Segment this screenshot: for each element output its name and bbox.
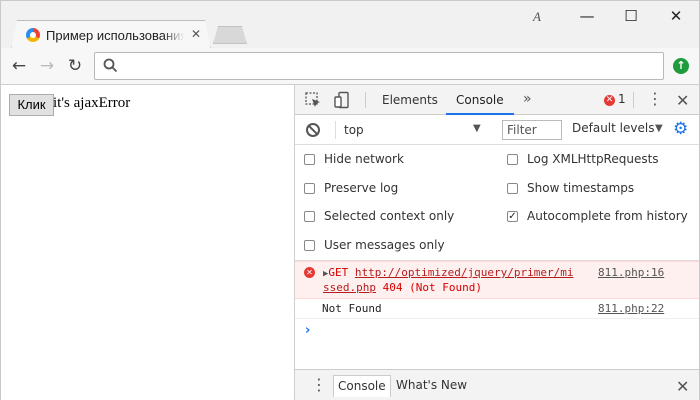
page-viewport: Клик it's ajaxError [0, 85, 294, 400]
reload-button[interactable]: ↻ [63, 54, 87, 78]
error-url[interactable]: http://optimized/jquery/primer/mi [355, 266, 574, 279]
devtools-drawer: ⋮ Console What's New ✕ [295, 369, 699, 400]
click-button[interactable]: Клик [9, 94, 54, 116]
log-text: Not Found [322, 302, 382, 315]
error-source-link[interactable]: 811.php:16 [598, 266, 664, 279]
drawer-tab-whats-new[interactable]: What's New [392, 375, 471, 397]
error-count[interactable]: 1 [618, 92, 626, 106]
address-bar[interactable] [94, 52, 664, 80]
checkbox[interactable] [507, 183, 518, 194]
option-label: Show timestamps [527, 181, 635, 195]
profile-icon[interactable]: A [533, 9, 541, 25]
checkbox[interactable] [304, 211, 315, 222]
clear-console-icon[interactable] [306, 123, 320, 137]
checkbox[interactable] [304, 183, 315, 194]
tab-console[interactable]: Console [446, 85, 514, 115]
option-label: Autocomplete from history [527, 209, 688, 223]
tab-elements[interactable]: Elements [382, 85, 438, 115]
devtools-tabbar: Elements Console » ✕ 1 ⋮ ✕ [295, 85, 699, 115]
filter-input[interactable] [502, 120, 562, 140]
inspect-element-icon[interactable] [304, 91, 322, 109]
error-line-1: ▶GET http://optimized/jquery/primer/mi [323, 266, 573, 279]
maximize-button[interactable]: ☐ [611, 3, 651, 29]
address-input[interactable] [123, 56, 653, 76]
console-settings-gear-icon[interactable]: ⚙ [673, 120, 688, 138]
minimize-button[interactable]: — [567, 3, 607, 29]
forward-button[interactable]: → [35, 54, 59, 78]
browser-tab[interactable]: Пример использования ✕ [11, 20, 211, 50]
checkbox[interactable] [304, 240, 315, 251]
browser-toolbar: ← → ↻ ↑ [0, 48, 700, 85]
error-icon: ✕ [304, 267, 315, 278]
context-selector[interactable]: top [335, 121, 493, 139]
page-output-text: it's ajaxError [53, 95, 131, 111]
drawer-close-icon[interactable]: ✕ [676, 377, 689, 396]
checkbox[interactable] [304, 154, 315, 165]
devtools-menu-icon[interactable]: ⋮ [647, 90, 663, 108]
error-method: GET [328, 266, 349, 279]
back-button[interactable]: ← [7, 54, 31, 78]
log-source-link[interactable]: 811.php:22 [598, 302, 664, 315]
devtools-close-icon[interactable]: ✕ [676, 91, 689, 110]
error-count-icon[interactable]: ✕ [604, 95, 615, 106]
checkbox[interactable] [507, 154, 518, 165]
console-toolbar: top ▼ Default levels ▼ ⚙ [295, 115, 699, 145]
option-label: Preserve log [324, 181, 399, 195]
device-toolbar-icon[interactable] [333, 91, 351, 109]
checkbox-checked[interactable]: ✓ [507, 211, 518, 222]
page-favicon-icon [26, 28, 40, 42]
error-status: 404 (Not Found) [382, 281, 482, 294]
more-tabs-icon[interactable]: » [523, 85, 532, 115]
drawer-tab-console[interactable]: Console [333, 375, 391, 397]
option-label: Hide network [324, 152, 404, 166]
error-url-continued[interactable]: ssed.php [323, 281, 376, 294]
close-window-button[interactable]: ✕ [656, 3, 696, 29]
update-icon[interactable]: ↑ [673, 58, 689, 74]
search-icon [103, 58, 118, 73]
console-settings-panel: Hide network Log XMLHttpRequests Preserv… [295, 145, 699, 261]
log-levels-dropdown[interactable]: Default levels [572, 121, 654, 135]
tabbar-divider [365, 92, 366, 108]
browser-titlebar: Пример использования ✕ A — ☐ ✕ [0, 0, 700, 50]
option-label: User messages only [324, 238, 445, 252]
console-prompt-icon[interactable]: › [305, 323, 310, 338]
console-log-message: Not Found 811.php:22 [295, 299, 699, 319]
console-error-message[interactable]: ✕ ▶GET http://optimized/jquery/primer/mi… [295, 261, 699, 299]
new-tab-button[interactable] [213, 26, 247, 44]
tab-close-icon[interactable]: ✕ [191, 27, 201, 41]
option-label: Selected context only [324, 209, 455, 223]
dropdown-arrow-icon[interactable]: ▼ [655, 123, 663, 134]
tabbar-divider [633, 92, 634, 108]
dropdown-arrow-icon[interactable]: ▼ [473, 123, 481, 134]
tab-title: Пример использования [46, 28, 184, 43]
devtools-panel: Elements Console » ✕ 1 ⋮ ✕ top ▼ Default… [294, 85, 700, 400]
option-label: Log XMLHttpRequests [527, 152, 659, 166]
drawer-menu-icon[interactable]: ⋮ [311, 376, 327, 394]
error-line-2: ssed.php 404 (Not Found) [323, 281, 482, 294]
